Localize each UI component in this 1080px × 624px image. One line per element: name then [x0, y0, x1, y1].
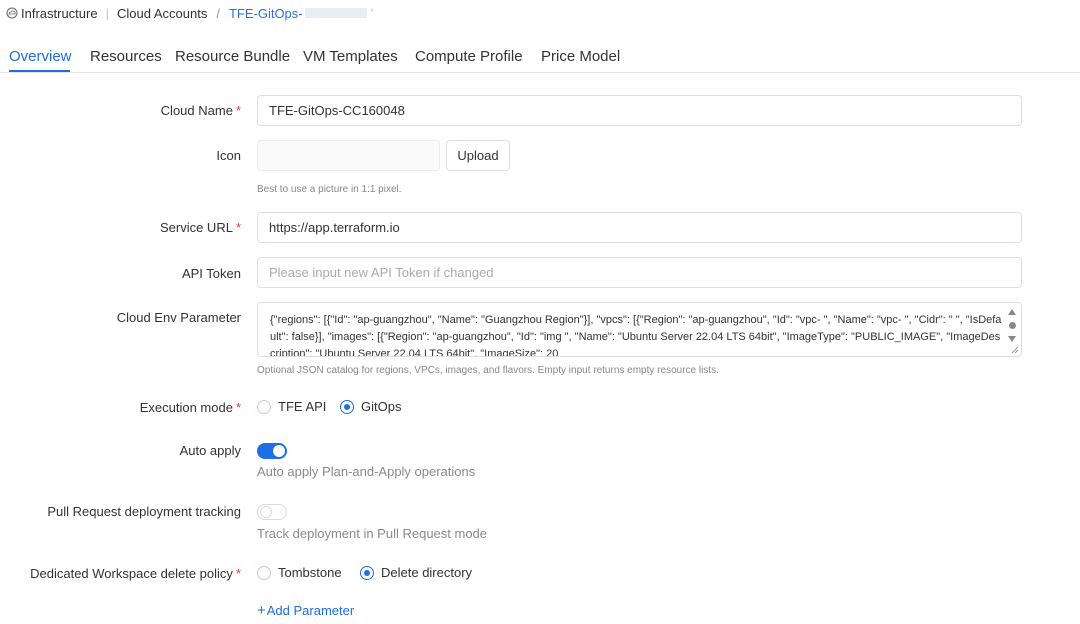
delete-policy-label: Dedicated Workspace delete policy * — [30, 566, 241, 581]
radio-tfe-api[interactable]: TFE API — [257, 399, 326, 414]
cloud-icon — [6, 7, 18, 19]
tab-price-model[interactable]: Price Model — [541, 48, 620, 65]
toggle-knob — [260, 506, 272, 518]
icon-hint: Best to use a picture in 1:1 pixel. — [257, 184, 402, 195]
cloud-env-label: Cloud Env Parameter — [116, 310, 241, 325]
resize-grip-icon[interactable] — [1011, 346, 1019, 354]
scroll-up-icon[interactable] — [1008, 309, 1016, 315]
api-token-label: API Token — [181, 266, 241, 281]
radio-gitops[interactable]: GitOps — [340, 399, 401, 414]
radio-label: TFE API — [278, 399, 327, 414]
service-url-label: Service URL * — [159, 220, 241, 235]
auto-apply-toggle[interactable] — [257, 443, 287, 459]
radio-circle — [257, 399, 271, 414]
execution-mode-label: Execution mode * — [139, 400, 241, 415]
radio-label: Tombstone — [278, 565, 342, 580]
plus-icon: + — [257, 602, 266, 619]
radio-label: Delete directory — [381, 565, 473, 580]
add-parameter-label: Add Parameter — [266, 603, 355, 618]
pr-tracking-label: Pull Request deployment tracking — [47, 504, 241, 519]
auto-apply-label: Auto apply — [179, 443, 241, 458]
radio-tombstone[interactable]: Tombstone — [257, 565, 342, 580]
cloud-env-textarea[interactable]: {"regions": [{"Id": "ap-guangzhou", "Nam… — [257, 302, 1022, 357]
service-url-input[interactable] — [257, 212, 1022, 243]
cloud-env-text: {"regions": [{"Id": "ap-guangzhou", "Nam… — [270, 314, 1002, 357]
scroll-thumb[interactable] — [1009, 322, 1016, 329]
breadcrumb-root[interactable]: Infrastructure — [21, 6, 98, 21]
breadcrumb-current: TFE-GitOps- — [228, 5, 303, 21]
breadcrumb-trailing: ' — [370, 5, 374, 21]
breadcrumb: Infrastructure | Cloud Accounts / TFE-Gi… — [6, 5, 373, 21]
breadcrumb-separator: / — [216, 5, 220, 21]
tab-compute-profile[interactable]: Compute Profile — [415, 48, 523, 65]
pr-tracking-toggle[interactable] — [257, 504, 287, 520]
tab-vm-templates[interactable]: VM Templates — [303, 48, 398, 65]
radio-circle — [257, 565, 271, 580]
cloud-env-hint: Optional JSON catalog for regions, VPCs,… — [257, 365, 719, 376]
cloud-name-input[interactable] — [257, 95, 1022, 126]
auto-apply-hint: Auto apply Plan-and-Apply operations — [257, 464, 476, 479]
cloud-name-label: Cloud Name * — [160, 103, 241, 118]
active-tab-indicator — [9, 70, 70, 72]
radio-circle-selected — [360, 565, 374, 580]
api-token-input[interactable] — [257, 257, 1022, 288]
redacted-block — [304, 8, 367, 18]
radio-label: GitOps — [361, 399, 402, 414]
breadcrumb-section[interactable]: Cloud Accounts — [117, 6, 207, 21]
icon-label: Icon — [216, 148, 241, 163]
toggle-knob — [273, 445, 285, 457]
tab-bar: Overview Resources Resource Bundle VM Te… — [0, 42, 1080, 73]
radio-circle-selected — [340, 399, 354, 414]
radio-delete-directory[interactable]: Delete directory — [360, 565, 472, 580]
upload-button[interactable]: Upload — [446, 140, 510, 171]
breadcrumb-divider: | — [105, 5, 109, 21]
tab-resources[interactable]: Resources — [90, 48, 162, 65]
tab-overview[interactable]: Overview — [9, 48, 72, 65]
pr-tracking-hint: Track deployment in Pull Request mode — [257, 526, 488, 541]
tab-resource-bundle[interactable]: Resource Bundle — [175, 48, 290, 65]
scroll-down-icon[interactable] — [1008, 336, 1016, 342]
add-parameter-link[interactable]: +Add Parameter — [257, 602, 354, 619]
icon-preview — [257, 140, 440, 171]
